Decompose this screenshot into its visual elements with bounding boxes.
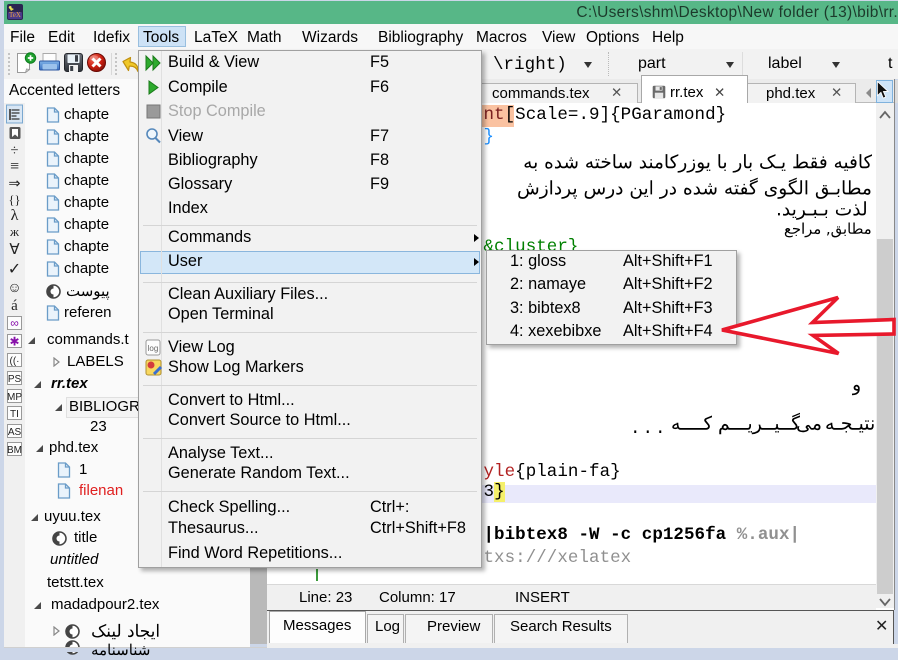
svg-text:÷: ÷ [11,143,19,159]
svg-text:TI: TI [10,409,19,420]
svg-text:∀: ∀ [9,242,20,258]
svg-text:⇒: ⇒ [8,176,20,192]
svg-text:BM: BM [7,445,22,456]
svg-text:((·: ((· [10,356,20,367]
svg-text:{}: {} [9,193,21,207]
svg-text:AS: AS [8,427,22,438]
svg-text:PS: PS [8,374,22,385]
svg-text:∞: ∞ [10,316,19,330]
svg-text:log: log [148,344,159,353]
svg-text:☺: ☺ [7,281,21,296]
svg-text:λ: λ [11,207,19,224]
svg-text:✓: ✓ [8,261,21,278]
svg-text:ж: ж [9,224,20,239]
svg-text:≡: ≡ [10,158,19,175]
svg-text:MP: MP [7,392,22,403]
svg-text:TeX: TeX [9,11,21,19]
svg-text:á: á [11,298,18,314]
svg-text:✱: ✱ [9,335,19,349]
